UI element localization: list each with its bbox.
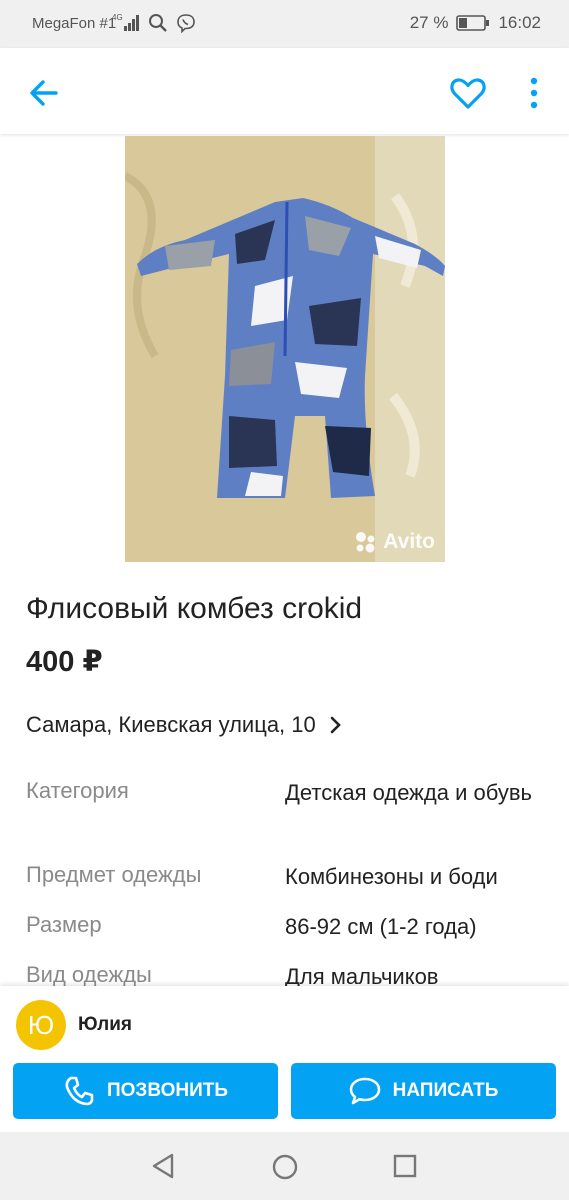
system-nav-bar (0, 1132, 569, 1200)
address-text: Самара, Киевская улица, 10 (26, 712, 316, 737)
carrier-name: MegaFon #1 (32, 15, 117, 32)
nav-recent-apps-icon[interactable] (393, 1154, 417, 1178)
nav-home-icon[interactable] (271, 1153, 299, 1181)
heart-icon[interactable] (448, 73, 488, 113)
chevron-right-icon (330, 716, 341, 734)
param-label-size: Размер (26, 912, 102, 937)
param-value-item: Комбинезоны и боди (285, 864, 498, 889)
avito-watermark: Avito (353, 530, 435, 554)
param-label-category: Категория (26, 778, 129, 803)
param-label-type: Вид одежды (26, 962, 152, 987)
call-button[interactable]: ПОЗВОНИТЬ (13, 1063, 278, 1119)
listing-photo[interactable]: Avito (125, 136, 445, 562)
search-icon (149, 14, 167, 32)
status-bar: MegaFon #1 4G 27 % 16:02 (0, 0, 569, 48)
viber-icon (177, 14, 195, 33)
seller-info[interactable]: Ю Юлия (16, 1000, 132, 1050)
more-vert-icon[interactable] (522, 76, 546, 112)
phone-icon (65, 1076, 94, 1106)
write-button[interactable]: НАПИСАТЬ (291, 1063, 556, 1119)
call-button-label: ПОЗВОНИТЬ (106, 1080, 228, 1101)
chat-bubble-icon (349, 1077, 380, 1105)
write-button-label: НАПИСАТЬ (392, 1080, 499, 1101)
seller-name: Юлия (78, 1014, 132, 1035)
param-label-item: Предмет одежды (26, 862, 202, 887)
listing-price: 400 ₽ (26, 646, 103, 678)
battery-percent: 27 % (409, 13, 449, 32)
network-type: 4G (112, 13, 123, 22)
battery-icon (456, 15, 490, 31)
signal-icon: 4G (112, 12, 142, 32)
listing-title: Флисовый комбез crokid (26, 592, 363, 625)
param-value-size: 86-92 см (1-2 года) (285, 914, 477, 939)
avatar: Ю (16, 1000, 66, 1050)
avito-logo-icon (356, 532, 375, 553)
listing-address[interactable]: Самара, Киевская улица, 10 (26, 712, 342, 738)
back-arrow-icon[interactable] (26, 75, 62, 111)
contact-panel: Ю Юлия ПОЗВОНИТЬ НАПИСАТЬ (0, 986, 569, 1132)
param-value-category: Детская одежда и обувь (285, 780, 532, 805)
app-bar (0, 48, 569, 134)
avito-watermark-text: Avito (383, 530, 435, 553)
nav-back-icon[interactable] (150, 1152, 176, 1180)
jumpsuit-image (125, 136, 445, 562)
clock: 16:02 (498, 13, 541, 32)
